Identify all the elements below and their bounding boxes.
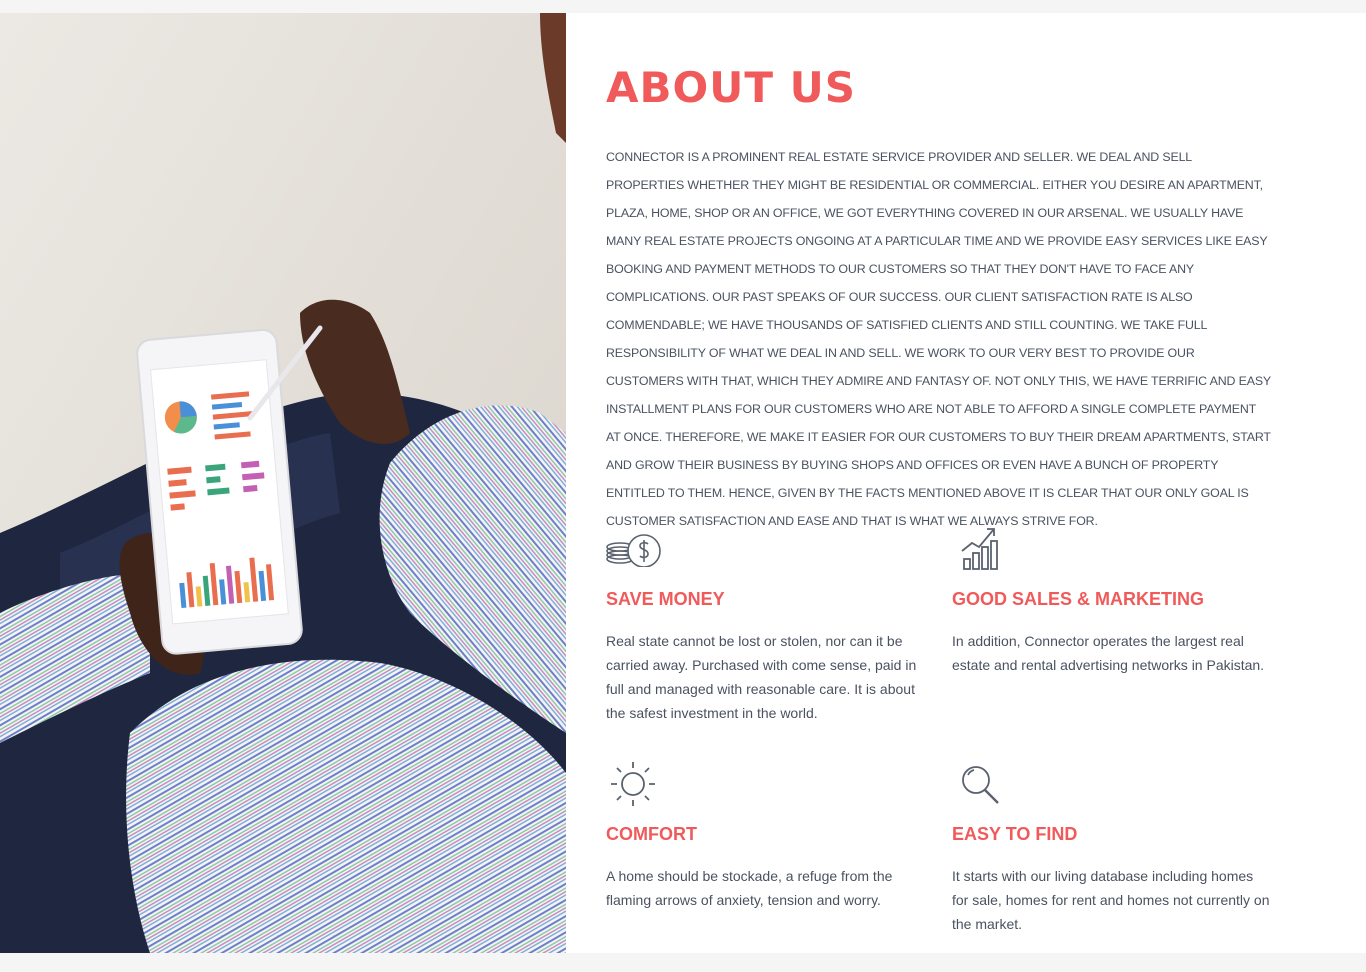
feature-title: SAVE MONEY (606, 589, 725, 609)
sun-icon (606, 758, 666, 808)
about-section: ABOUT US CONNECTOR IS A PROMINENT REAL E… (0, 13, 1366, 953)
feature-text: In addition, Connector operates the larg… (952, 633, 1265, 673)
growth-chart-icon (952, 523, 1012, 573)
feature-title: COMFORT (606, 824, 697, 844)
about-description: CONNECTOR IS A PROMINENT REAL ESTATE SER… (606, 150, 1271, 528)
feature-text: It starts with our living database inclu… (952, 868, 1270, 932)
about-photo (0, 13, 566, 953)
feature-title: GOOD SALES & MARKETING (952, 589, 1205, 609)
search-icon (952, 758, 1012, 808)
feature-text: Real state cannot be lost or stolen, nor… (606, 633, 917, 721)
about-content: ABOUT US CONNECTOR IS A PROMINENT REAL E… (606, 13, 1286, 953)
about-title: ABOUT US (606, 63, 856, 112)
money-icon (606, 523, 666, 573)
feature-text: A home should be stockade, a refuge from… (606, 868, 893, 908)
feature-title: EASY TO FIND (952, 824, 1078, 844)
